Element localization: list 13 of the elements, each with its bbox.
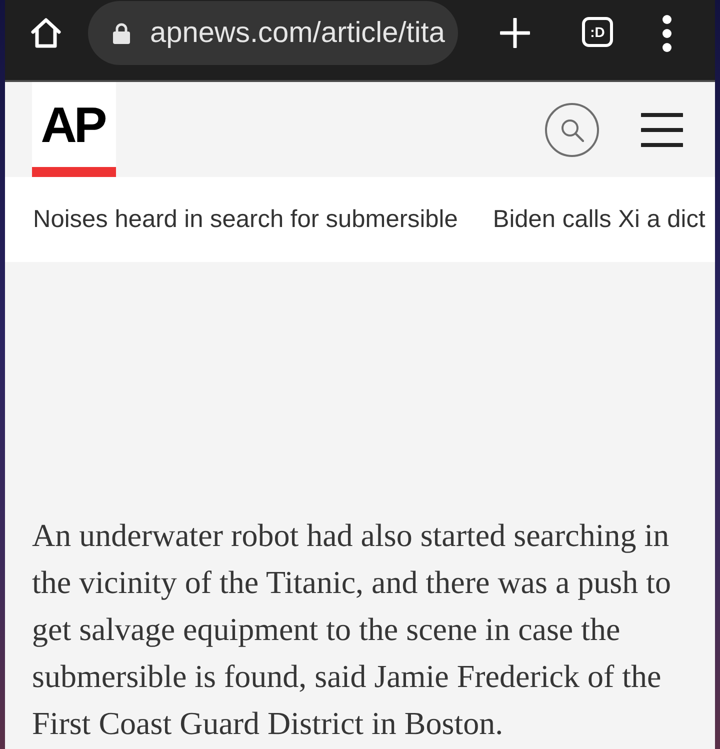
- lock-icon: [113, 22, 130, 44]
- article-paragraph: An underwater robot had also started searching in the vicinity of the Titanic, and there was a push to get salvage equipment to the scene in case the submersible is found, said Jamie Frederick of the First Coast Guard District in Boston.: [32, 516, 672, 743]
- tab-switcher-button[interactable]: :D: [582, 17, 613, 47]
- ap-logo[interactable]: AP: [32, 82, 116, 177]
- plus-icon[interactable]: [500, 18, 530, 48]
- more-menu-icon[interactable]: [662, 15, 672, 52]
- search-button[interactable]: [545, 102, 599, 156]
- home-icon[interactable]: [30, 18, 62, 48]
- nav-link[interactable]: Noises heard in search for submersible: [33, 206, 458, 234]
- nav-link[interactable]: Biden calls Xi a dict: [492, 206, 706, 234]
- search-icon: [560, 118, 584, 142]
- menu-icon[interactable]: [641, 112, 683, 146]
- address-field[interactable]: apnews.com/article/tita: [88, 1, 458, 65]
